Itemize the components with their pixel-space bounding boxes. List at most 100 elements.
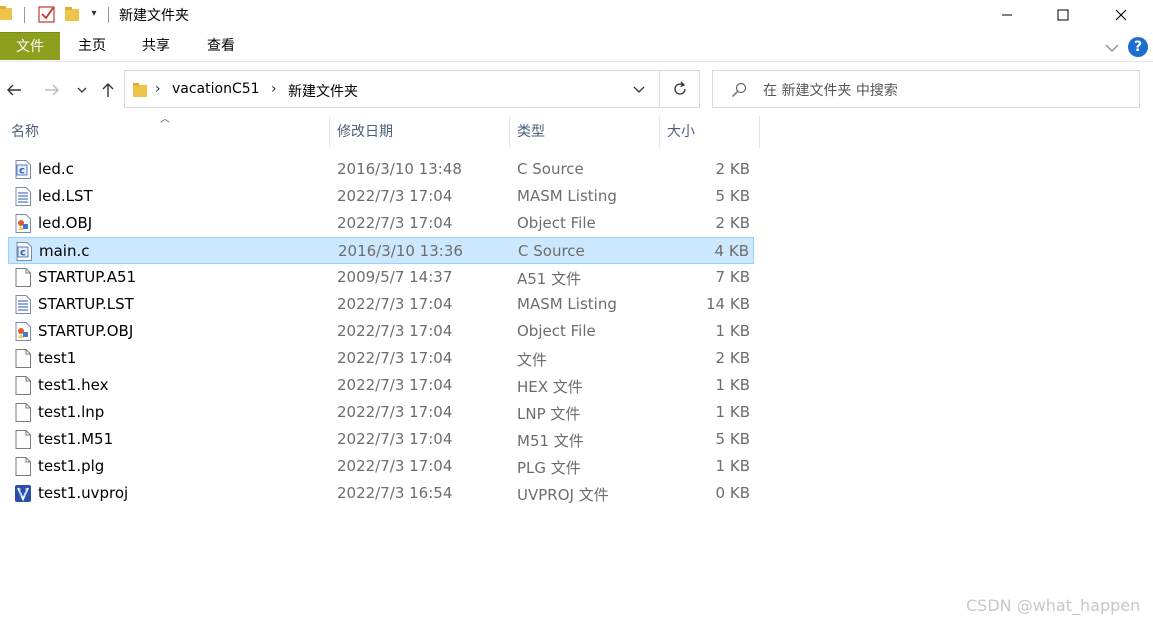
blank-file-icon: [14, 430, 32, 449]
file-size: 2 KB: [715, 214, 750, 232]
tab-share[interactable]: 共享: [132, 32, 180, 60]
properties-icon[interactable]: [38, 5, 56, 23]
file-modified-date: 2016/3/10 13:48: [337, 160, 462, 178]
toolbar-divider: [24, 7, 25, 23]
minimize-icon: [1002, 14, 1012, 16]
file-row[interactable]: led.LST 2022/7/3 17:04 MASM Listing 5 KB: [8, 183, 754, 210]
file-size: 2 KB: [715, 349, 750, 367]
close-icon: [1115, 9, 1127, 21]
file-size: 7 KB: [715, 268, 750, 286]
file-type: UVPROJ 文件: [517, 486, 609, 504]
file-row[interactable]: led.OBJ 2022/7/3 17:04 Object File 2 KB: [8, 210, 754, 237]
folder-icon: [0, 6, 12, 20]
column-header-date[interactable]: 修改日期: [326, 116, 509, 148]
minimize-button[interactable]: [984, 0, 1030, 30]
column-header-size[interactable]: 大小: [656, 116, 759, 148]
file-type: MASM Listing: [517, 187, 617, 205]
maximize-icon: [1057, 9, 1069, 21]
file-size: 5 KB: [715, 187, 750, 205]
blank-file-icon: [14, 376, 32, 395]
search-icon: [732, 82, 747, 97]
file-row[interactable]: test1.M51 2022/7/3 17:04 M51 文件 5 KB: [8, 426, 754, 453]
help-icon[interactable]: ?: [1128, 37, 1148, 57]
title-bar: ▾ 新建文件夹: [0, 0, 1153, 30]
recent-locations-button[interactable]: [71, 79, 93, 101]
quick-access-dropdown-icon[interactable]: ▾: [88, 8, 100, 20]
file-row[interactable]: test1.lnp 2022/7/3 17:04 LNP 文件 1 KB: [8, 399, 754, 426]
file-size: 1 KB: [715, 322, 750, 340]
object-file-icon: [14, 214, 32, 233]
svg-text:c: c: [19, 166, 25, 177]
file-type: M51 文件: [517, 432, 584, 450]
folder-icon: [133, 83, 147, 97]
file-type: LNP 文件: [517, 405, 581, 423]
file-row[interactable]: test1.uvproj 2022/7/3 16:54 UVPROJ 文件 0 KB: [8, 480, 754, 507]
search-input[interactable]: 在 新建文件夹 中搜索: [763, 80, 898, 100]
blank-file-icon: [14, 457, 32, 476]
file-modified-date: 2022/7/3 17:04: [337, 322, 453, 340]
file-row[interactable]: STARTUP.LST 2022/7/3 17:04 MASM Listing 14 …: [8, 291, 754, 318]
refresh-button[interactable]: [660, 70, 700, 108]
address-dropdown-icon[interactable]: [631, 81, 647, 97]
file-row[interactable]: test1.plg 2022/7/3 17:04 PLG 文件 1 KB: [8, 453, 754, 480]
column-header-name[interactable]: 名称: [0, 116, 329, 148]
blank-file-icon: [14, 349, 32, 368]
uvision-project-icon: [14, 484, 32, 503]
file-type: PLG 文件: [517, 459, 581, 477]
navigation-bar: › vacationC51 › 新建文件夹 在 新建文件夹 中搜索: [0, 64, 1153, 114]
tab-file[interactable]: 文件: [0, 32, 60, 60]
breadcrumb-current-folder[interactable]: 新建文件夹: [288, 81, 358, 101]
file-modified-date: 2022/7/3 17:04: [337, 376, 453, 394]
file-row[interactable]: test1 2022/7/3 17:04 文件 2 KB: [8, 345, 754, 372]
file-type: C Source: [518, 242, 585, 260]
file-modified-date: 2009/5/7 14:37: [337, 268, 453, 286]
breadcrumb-vacationC51[interactable]: vacationC51: [172, 81, 260, 97]
file-row[interactable]: STARTUP.OBJ 2022/7/3 17:04 Object File 1 KB: [8, 318, 754, 345]
tab-view[interactable]: 查看: [197, 32, 245, 60]
breadcrumb-chevron-icon[interactable]: ›: [155, 81, 161, 97]
file-name: STARTUP.A51: [38, 268, 137, 286]
file-size: 0 KB: [715, 484, 750, 502]
search-box[interactable]: 在 新建文件夹 中搜索: [712, 70, 1140, 108]
back-arrow-icon: [7, 84, 21, 96]
file-size: 1 KB: [715, 403, 750, 421]
file-name: test1.uvproj: [38, 484, 129, 502]
file-row[interactable]: c main.c 2016/3/10 13:36 C Source 4 KB: [8, 237, 754, 264]
file-modified-date: 2022/7/3 17:04: [337, 187, 453, 205]
forward-arrow-icon: [45, 84, 59, 96]
forward-button[interactable]: [41, 79, 63, 101]
file-row[interactable]: c led.c 2016/3/10 13:48 C Source 2 KB: [8, 156, 754, 183]
file-modified-date: 2016/3/10 13:36: [338, 242, 463, 260]
file-row[interactable]: test1.hex 2022/7/3 17:04 HEX 文件 1 KB: [8, 372, 754, 399]
file-modified-date: 2022/7/3 17:04: [337, 214, 453, 232]
file-size: 1 KB: [715, 376, 750, 394]
file-type: Object File: [517, 214, 596, 232]
address-bar[interactable]: › vacationC51 › 新建文件夹: [124, 70, 660, 108]
column-header-type[interactable]: 类型: [506, 116, 659, 148]
new-folder-icon[interactable]: [64, 6, 80, 22]
close-button[interactable]: [1098, 0, 1144, 30]
file-name: test1.M51: [38, 430, 114, 448]
file-size: 5 KB: [715, 430, 750, 448]
back-button[interactable]: [3, 79, 25, 101]
blank-file-icon: [14, 268, 32, 287]
breadcrumb-chevron-icon[interactable]: ›: [271, 81, 277, 97]
file-size: 4 KB: [714, 242, 749, 260]
up-button[interactable]: [97, 79, 119, 101]
object-file-icon: [14, 322, 32, 341]
file-type: A51 文件: [517, 270, 582, 288]
file-name: led.LST: [38, 187, 93, 205]
tab-home[interactable]: 主页: [68, 32, 116, 60]
file-type: 文件: [517, 351, 548, 369]
ribbon-tab-bar: 文件 主页 共享 查看: [0, 30, 1153, 62]
file-row[interactable]: STARTUP.A51 2009/5/7 14:37 A51 文件 7 KB: [8, 264, 754, 291]
listing-file-icon: [14, 187, 32, 206]
file-modified-date: 2022/7/3 17:04: [337, 457, 453, 475]
file-type: HEX 文件: [517, 378, 583, 396]
up-arrow-icon: [102, 83, 114, 97]
column-divider[interactable]: [759, 116, 760, 148]
expand-ribbon-icon[interactable]: [1104, 40, 1120, 56]
file-modified-date: 2022/7/3 17:04: [337, 295, 453, 313]
file-size: 2 KB: [715, 160, 750, 178]
maximize-button[interactable]: [1040, 0, 1086, 30]
